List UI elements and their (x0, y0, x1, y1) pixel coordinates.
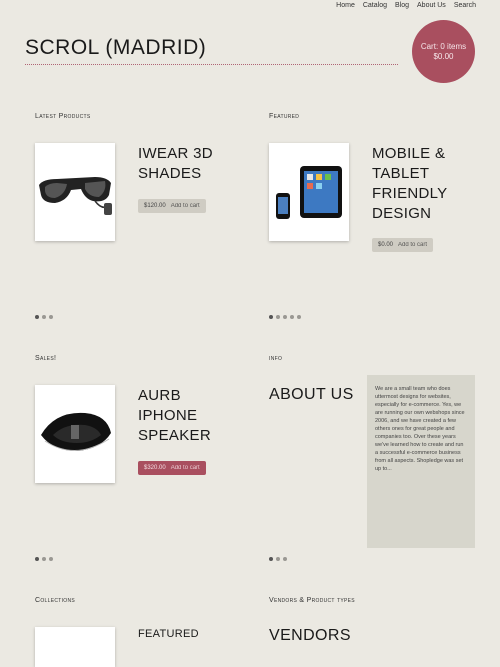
carousel-dot[interactable] (276, 557, 280, 561)
about-us-title: ABOUT US (269, 386, 354, 403)
product-image-mobile[interactable] (269, 143, 349, 241)
speaker-image (41, 412, 111, 451)
price: $120.00 (144, 203, 166, 209)
nav-blog[interactable]: Blog (395, 2, 409, 9)
vendors-title: VENDORS (269, 627, 351, 644)
carousel-dot[interactable] (35, 557, 39, 561)
carousel-dot[interactable] (49, 557, 53, 561)
product-title-speaker[interactable]: AURB IPHONE SPEAKER (138, 386, 238, 446)
carousel-dot[interactable] (49, 315, 53, 319)
site-title[interactable]: SCROL (MADRID) (25, 36, 398, 65)
product-image-speaker[interactable] (35, 385, 115, 483)
carousel-dot[interactable] (35, 315, 39, 319)
carousel-dot[interactable] (283, 557, 287, 561)
carousel-dot[interactable] (297, 315, 301, 319)
add-label: Add to cart (170, 203, 200, 209)
collection-image[interactable] (35, 627, 115, 667)
info-heading: info (269, 355, 283, 362)
top-nav: Home Catalog Blog About Us Search (336, 2, 476, 9)
product-title-iwear[interactable]: IWEAR 3D SHADES (138, 144, 238, 184)
nav-catalog[interactable]: Catalog (363, 2, 387, 9)
tablet-phone-image (276, 166, 342, 219)
nav-about-us[interactable]: About Us (417, 2, 446, 9)
sales-heading: Sales! (35, 355, 57, 362)
nav-home[interactable]: Home (336, 2, 355, 9)
add-label: Add to cart (170, 465, 200, 471)
add-to-cart-mobile[interactable]: $0.00 Add to cart (372, 238, 434, 252)
product-title-mobile[interactable]: MOBILE & TABLET FRIENDLY DESIGN (372, 144, 482, 224)
latest-products-heading: Latest Products (35, 113, 91, 120)
add-to-cart-iwear[interactable]: $120.00 Add to cart (138, 199, 206, 213)
collection-featured-label[interactable]: FEATURED (138, 624, 199, 644)
featured-heading: Featured (269, 113, 300, 120)
vendors-heading: Vendors & Product types (269, 597, 355, 604)
sunglasses-image (39, 177, 112, 215)
carousel-dots-info[interactable] (269, 557, 287, 561)
carousel-dots-sales[interactable] (35, 557, 53, 561)
carousel-dot[interactable] (269, 557, 273, 561)
carousel-dot[interactable] (290, 315, 294, 319)
cart-total: $0.00 (433, 51, 454, 61)
about-us-text: We are a small team who does uttermost d… (367, 375, 475, 548)
collections-heading: Collections (35, 597, 76, 604)
carousel-dots-featured[interactable] (269, 315, 301, 319)
carousel-dot[interactable] (42, 557, 46, 561)
price: $320.00 (144, 465, 166, 471)
product-image-iwear[interactable] (35, 143, 115, 241)
carousel-dot[interactable] (42, 315, 46, 319)
cart-button[interactable]: Cart: 0 items $0.00 (412, 20, 475, 83)
add-label: Add to cart (398, 242, 428, 248)
carousel-dot[interactable] (283, 315, 287, 319)
carousel-dot[interactable] (276, 315, 280, 319)
cart-items-count: Cart: 0 items (420, 41, 467, 51)
nav-search[interactable]: Search (454, 2, 476, 9)
carousel-dots-latest[interactable] (35, 315, 53, 319)
carousel-dot[interactable] (269, 315, 273, 319)
price: $0.00 (378, 242, 394, 248)
add-to-cart-speaker[interactable]: $320.00 Add to cart (138, 461, 206, 475)
